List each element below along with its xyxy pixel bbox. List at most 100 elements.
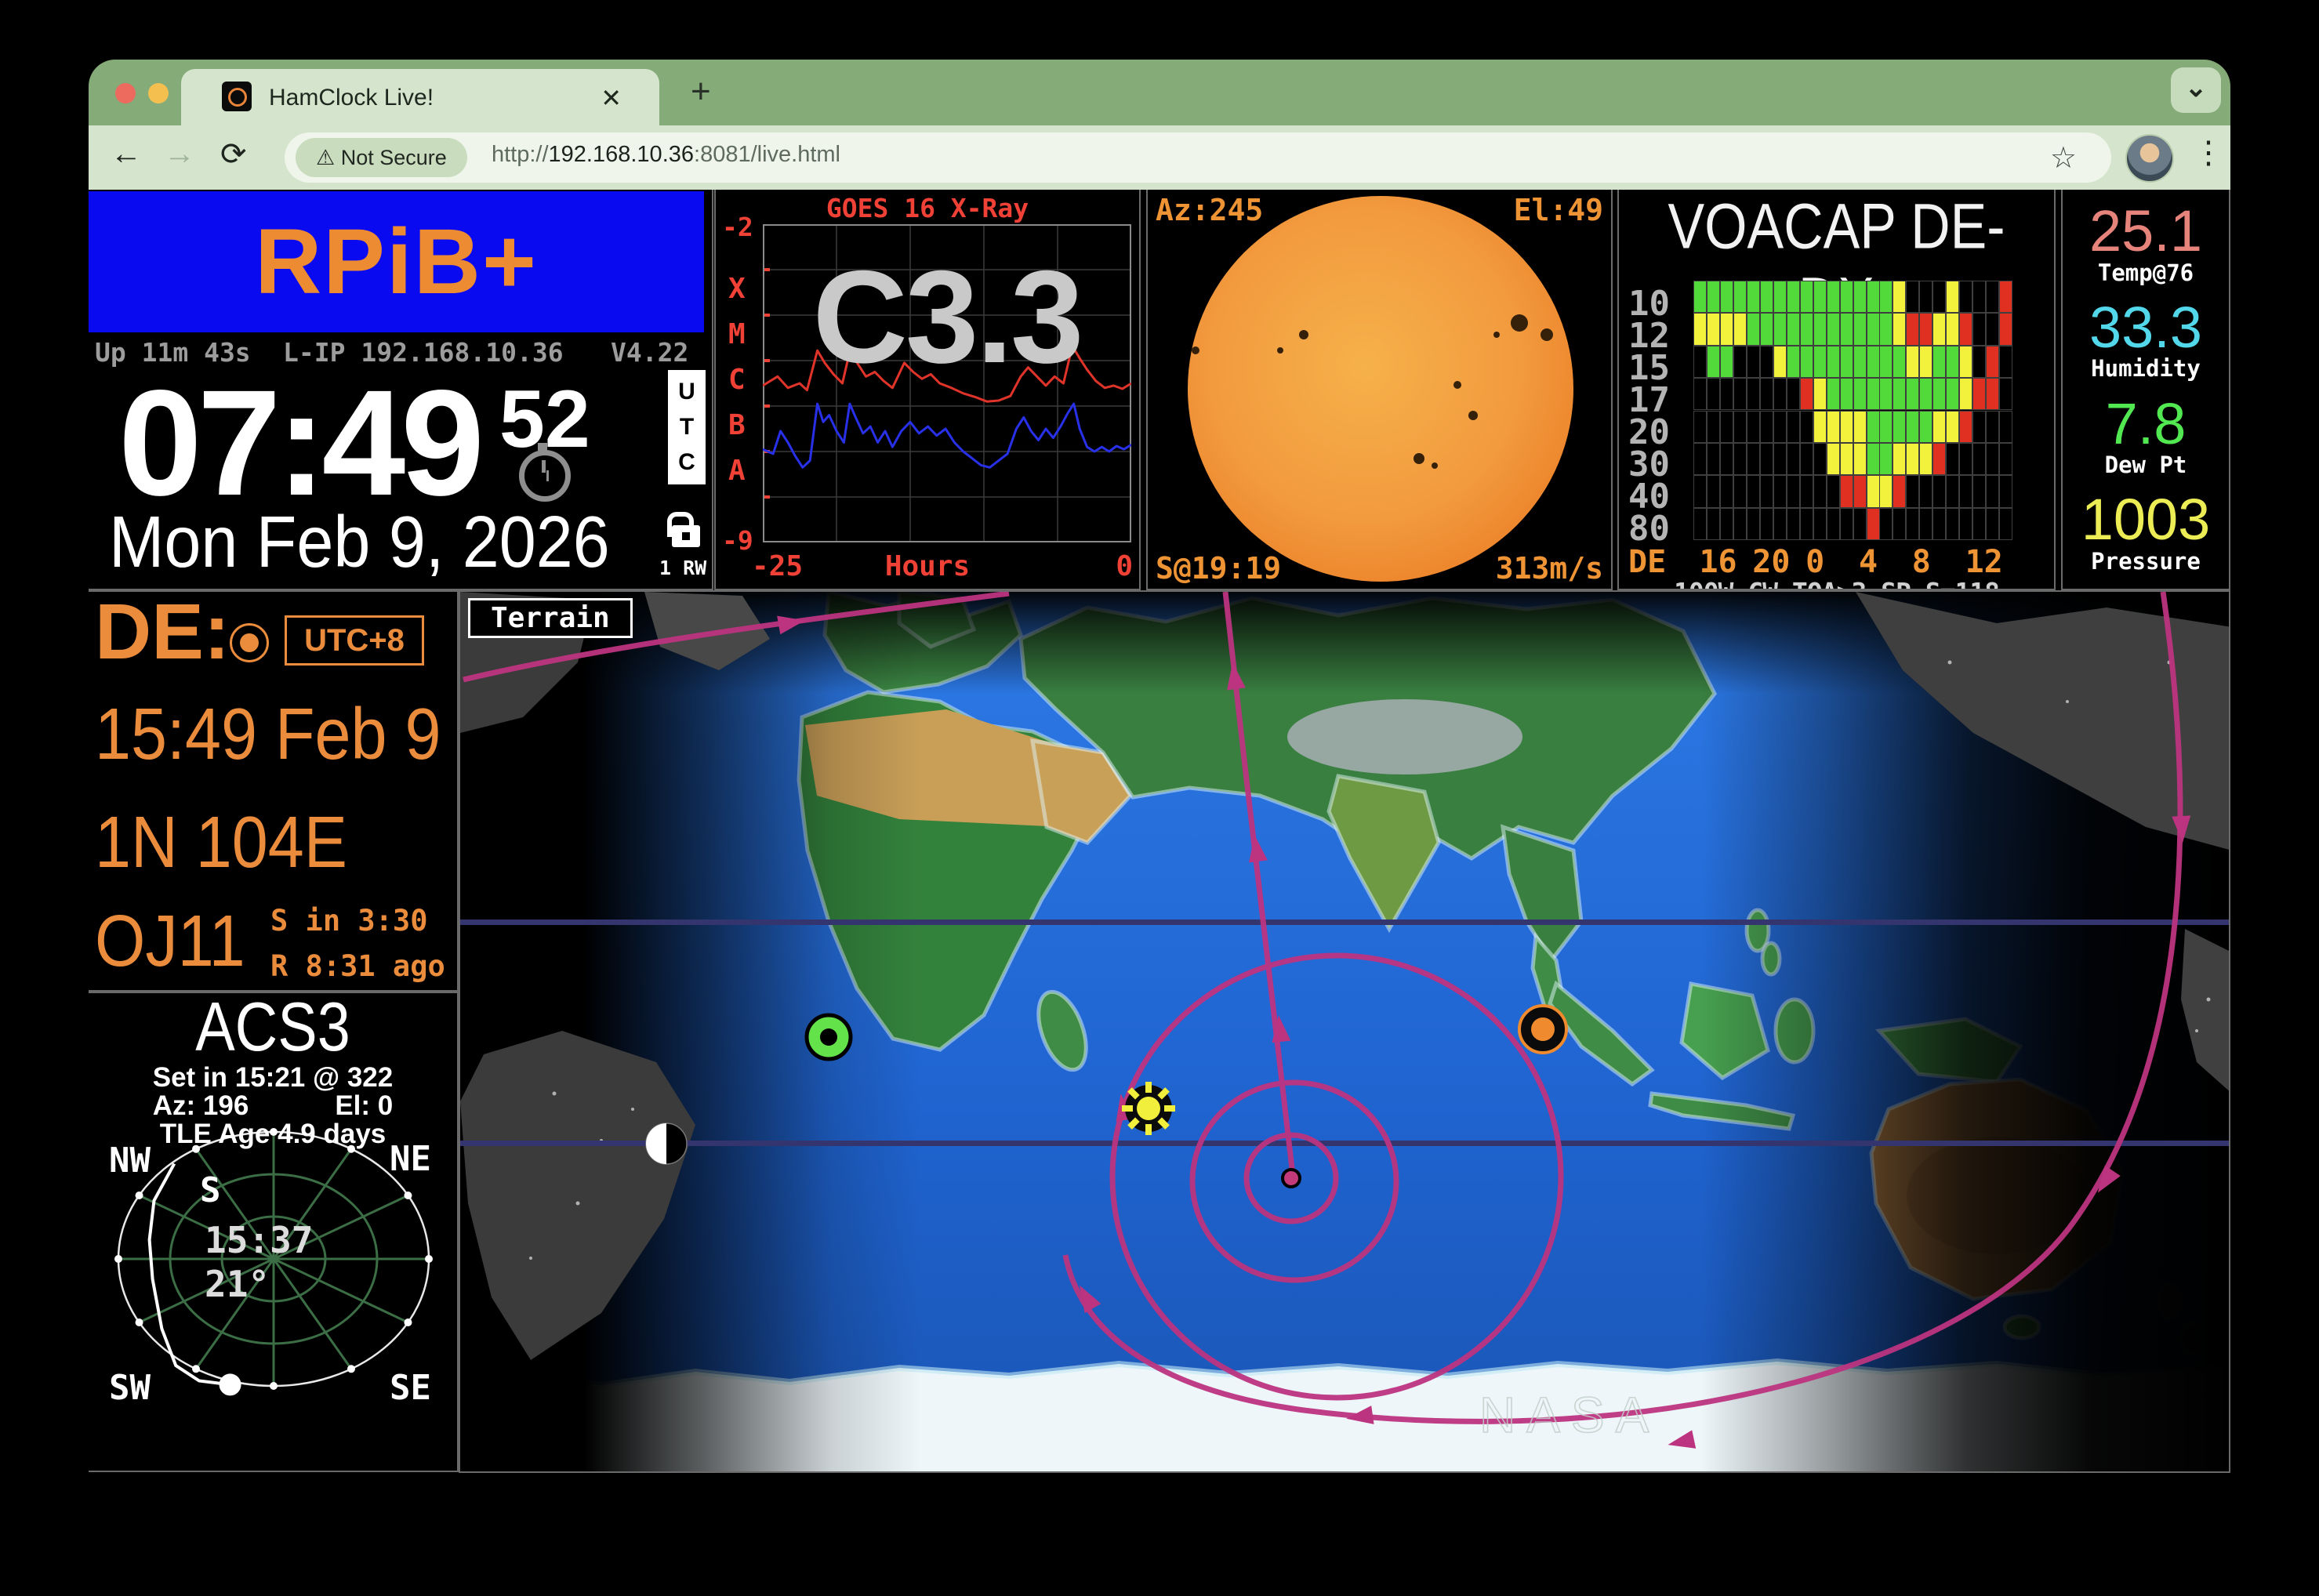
sunspot [1511,314,1528,332]
voacap-cell [1853,313,1867,345]
voacap-cell [1853,411,1867,443]
version[interactable]: V4.22 [611,337,688,368]
address-bar[interactable]: ⚠ Not Secure http://192.168.10.36:8081/l… [285,132,2111,183]
voacap-cell [1933,378,1946,410]
de-timezone-button[interactable]: UTC+8 [285,615,424,666]
voacap-cell [1693,378,1707,410]
voacap-cell [1720,313,1733,345]
voacap-cell [1972,443,1986,475]
voacap-cell [1840,475,1853,507]
voacap-cell [1787,281,1800,313]
de-radio-icon[interactable] [230,623,269,662]
goes-xray-panel[interactable]: GOES 16 X-Ray C3.3 -2 X M C B A -9 -25 H… [714,190,1141,590]
clock-panel[interactable]: RPiB+ Up 11m 43s L-IP 192.168.10.36 V4.2… [89,190,713,590]
hour-label: 16 [1699,544,1737,580]
wx-humidity-value: 33.3 [2063,300,2229,355]
reload-icon[interactable]: ⟳ [220,136,247,172]
forward-icon[interactable]: → [164,136,195,172]
bookmark-star-icon[interactable]: ☆ [2050,140,2077,176]
voacap-heatmap [1693,281,2012,540]
voacap-cell [1959,313,1972,345]
date-line[interactable]: Mon Feb 9, 2026 [109,500,610,584]
voacap-cell [1853,475,1867,507]
de-datetime[interactable]: 15:49 Feb 9 [95,692,441,776]
voacap-cell [1800,378,1813,410]
menu-dots-icon[interactable]: ⋮ [2193,135,2224,171]
de-gridsquare[interactable]: OJ11 [95,899,245,983]
tab-close-icon[interactable]: ✕ [601,83,622,113]
tab-hamclock[interactable]: HamClock Live! ✕ [181,69,659,125]
corner-sw: SW [109,1368,151,1408]
voacap-panel[interactable]: VOACAP DE-DX 10 12 15 17 20 30 40 80 DE … [1617,190,2056,590]
voacap-cell [1800,281,1813,313]
voacap-cell [1893,346,1906,378]
voacap-cell [1813,281,1827,313]
sat-name[interactable]: ACS3 [107,992,439,1067]
voacap-cell [1693,475,1707,507]
goes-y-top: -2 [722,212,753,242]
url-path: :8081/live.html [694,142,840,167]
voacap-cell [1747,378,1760,410]
voacap-cell [1693,313,1707,345]
sunspot [1277,347,1283,354]
voacap-cell [1999,281,2012,313]
weather-panel[interactable]: 25.1 Temp@76 33.3 Humidity 7.8 Dew Pt 10… [2061,190,2230,590]
utc-toggle[interactable]: U T C [668,370,706,484]
voacap-cell [1813,313,1827,345]
voacap-cell [1906,475,1919,507]
sun-panel[interactable]: Az:245 El:49 S@19:19 313m/s [1146,190,1613,590]
stopwatch-icon[interactable] [519,450,571,502]
voacap-cell [1946,313,1959,345]
tab-search-button[interactable]: ⌄ [2171,67,2221,113]
voacap-cell [1693,508,1707,540]
back-icon[interactable]: ← [111,136,142,172]
profile-avatar[interactable] [2125,134,2174,183]
url-text[interactable]: http://192.168.10.36:8081/live.html [492,142,840,168]
sunspot [1453,381,1461,389]
callsign-banner[interactable]: RPiB+ [89,191,704,332]
voacap-cell [1840,508,1853,540]
de-marker [1519,1006,1566,1053]
close-window-button[interactable] [115,83,136,103]
satellite-panel[interactable]: ACS3 Set in 15:21 @ 322 Az: 196El: 0 TLE… [89,992,459,1472]
de-label[interactable]: DE: [95,590,230,677]
world-map[interactable]: Terrain [459,590,2230,1473]
solar-wind-speed: 313m/s [1496,551,1603,586]
voacap-cell [1693,281,1707,313]
voacap-cell [1867,346,1880,378]
voacap-cell [1999,443,2012,475]
de-coords[interactable]: 1N 104E [95,800,347,884]
voacap-cell [1840,411,1853,443]
hour-label: 0 [1805,544,1824,580]
voacap-cell [1787,378,1800,410]
voacap-cell [1773,281,1787,313]
wx-temp: 25.1 Temp@76 [2063,204,2229,285]
goes-band-m: M [728,318,746,350]
unlock-icon[interactable] [672,525,700,547]
voacap-cell [1867,378,1880,410]
voacap-cell [1959,475,1972,507]
de-sunset: S in 3:30 [270,904,427,938]
not-secure-chip[interactable]: ⚠ Not Secure [296,138,467,177]
voacap-config: 100W,CW,TOA>3,SP,S=118 [1619,577,2054,590]
voacap-cell [1733,443,1747,475]
voacap-cell [1879,508,1893,540]
wx-pressure-value: 1003 [2063,492,2229,547]
voacap-cell [1919,346,1933,378]
voacap-cell [1972,346,1986,378]
subsolar-marker [1122,1082,1175,1135]
de-panel[interactable]: DE: UTC+8 15:49 Feb 9 1N 104E OJ11 S in … [89,590,459,992]
band-80m: 80 [1628,509,1670,549]
new-tab-button[interactable]: + [691,72,711,111]
voacap-cell [1760,508,1773,540]
minimize-window-button[interactable] [148,83,169,103]
map-style-label[interactable]: Terrain [468,598,633,638]
voacap-cell [1867,443,1880,475]
voacap-cell [1800,475,1813,507]
utc-letter: U [678,379,695,405]
voacap-cell [1893,411,1906,443]
voacap-cell [1800,508,1813,540]
hamclock-page: RPiB+ Up 11m 43s L-IP 192.168.10.36 V4.2… [89,190,2230,1543]
hour-label: 20 [1752,544,1790,580]
hamclock-favicon-icon [222,82,252,111]
